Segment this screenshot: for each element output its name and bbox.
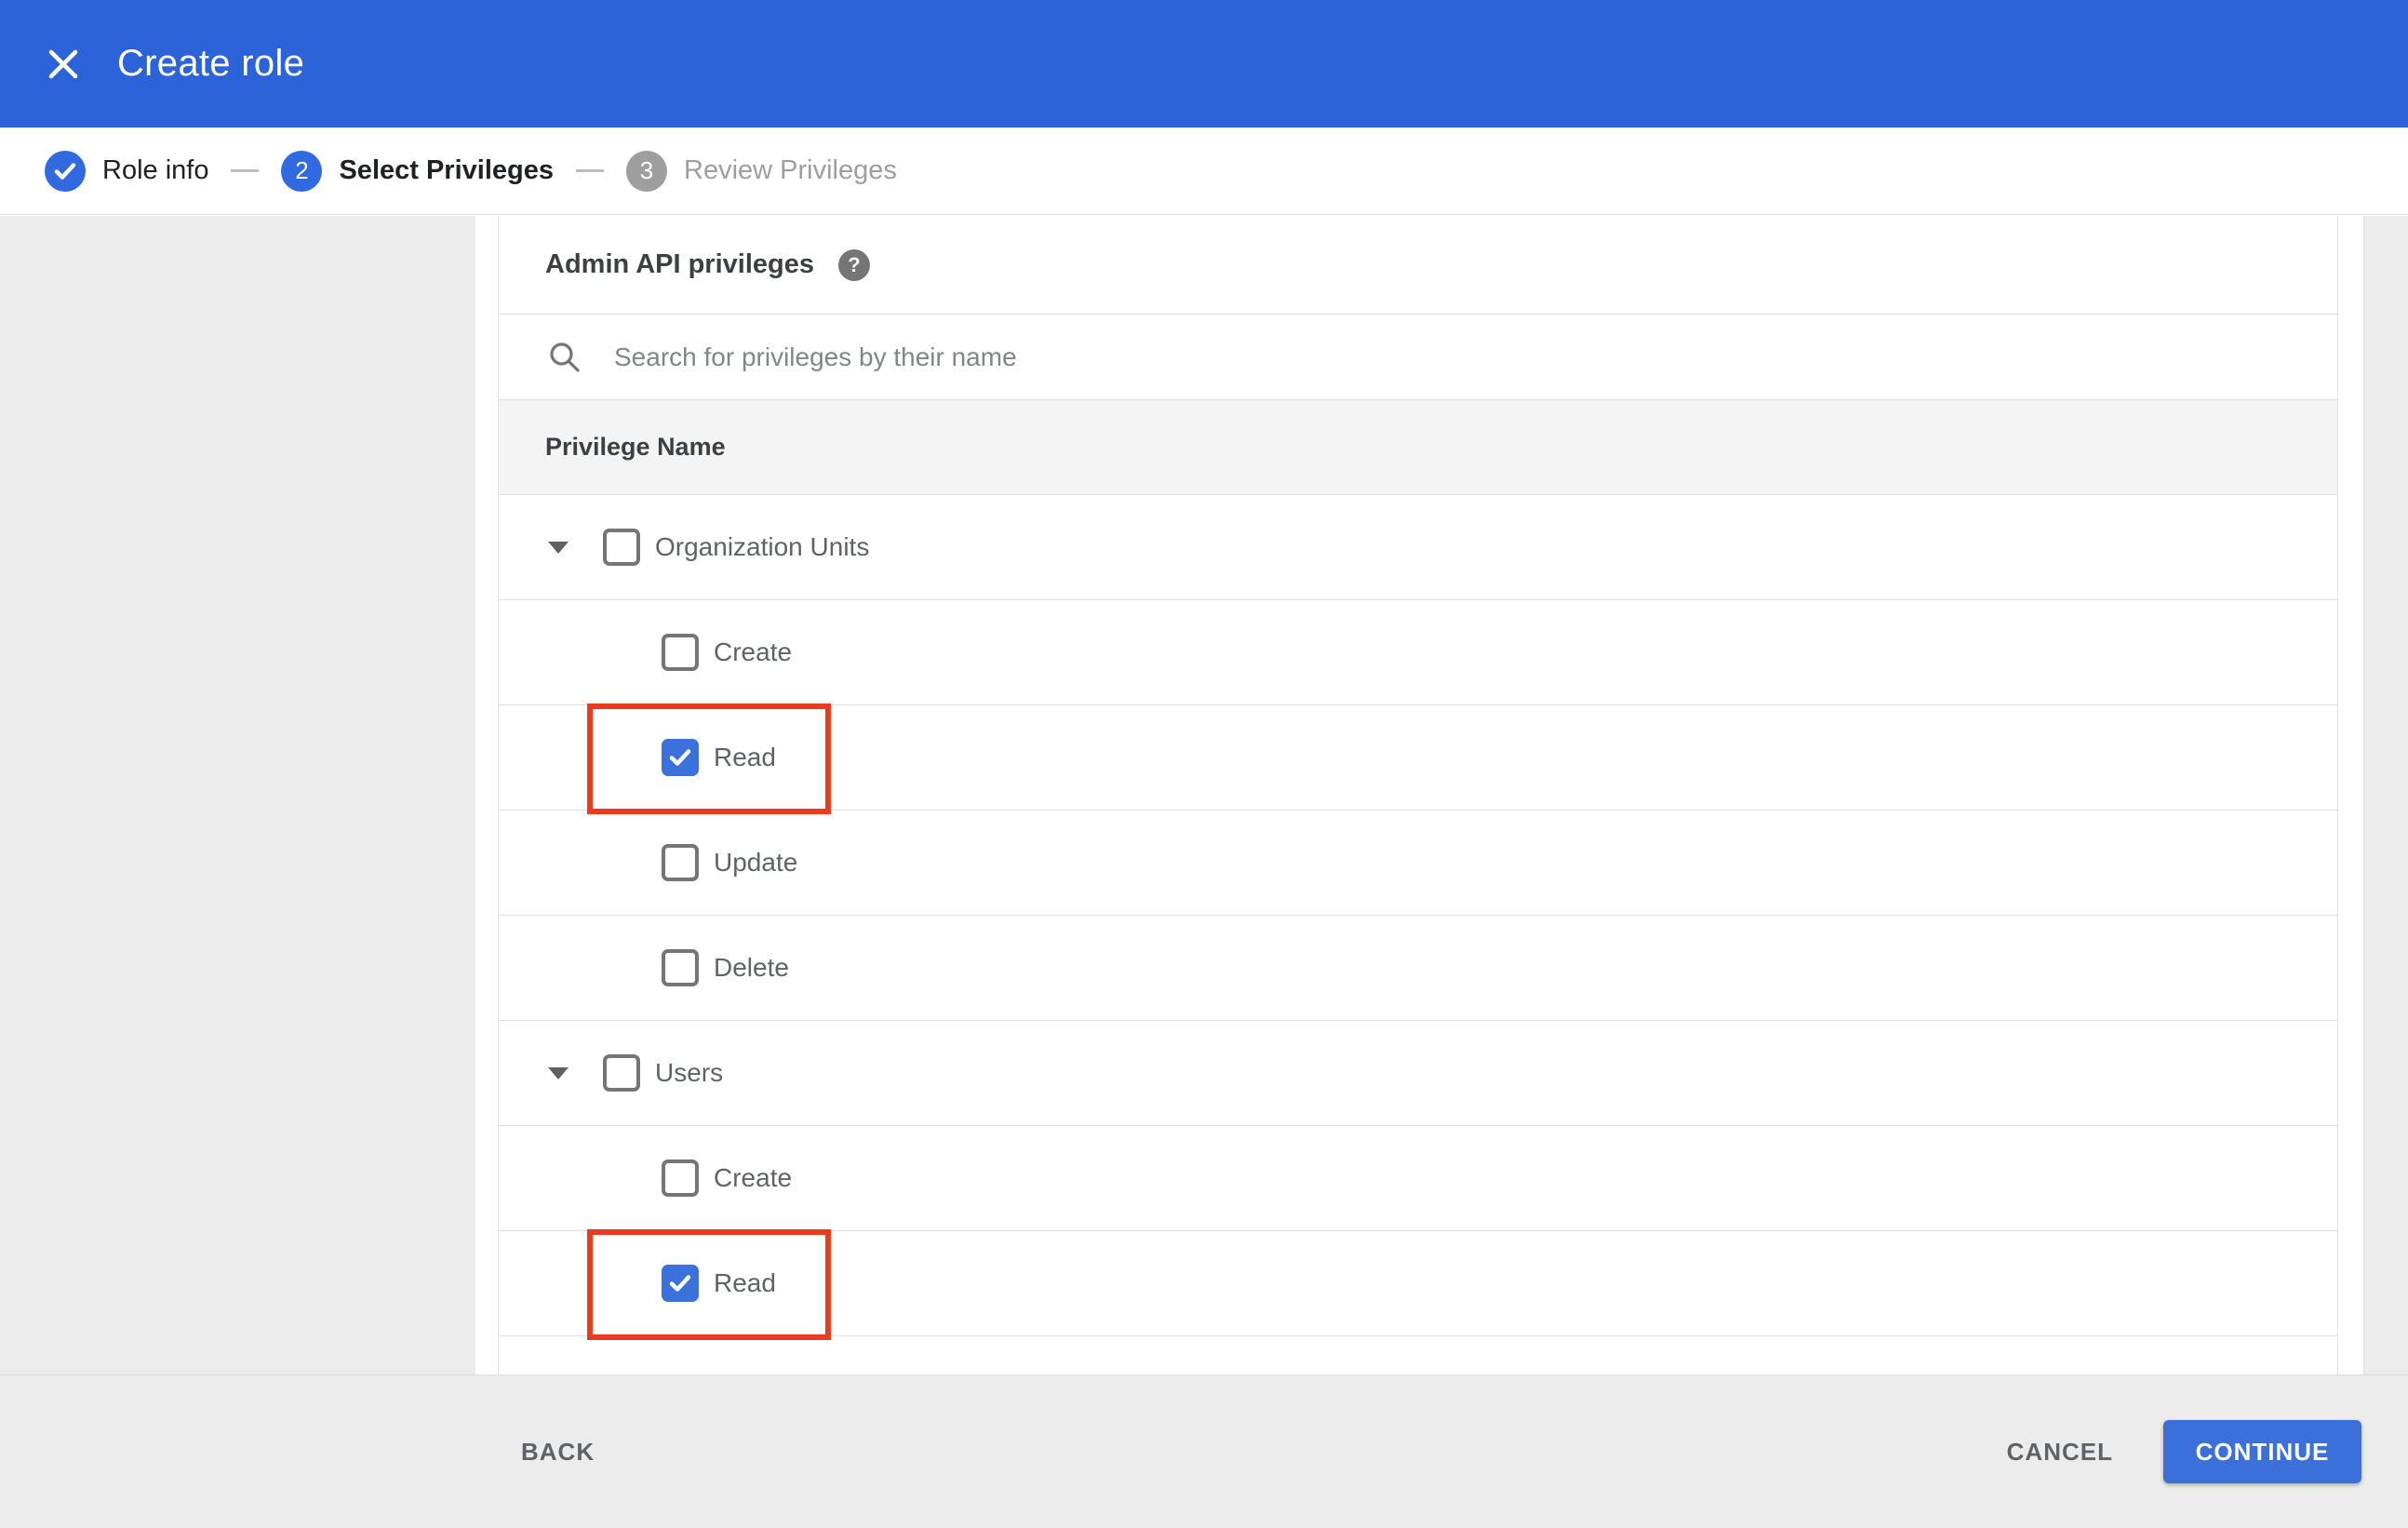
row-label: Create	[714, 1163, 793, 1192]
checkbox-users-create[interactable]	[662, 1159, 699, 1197]
row-label: Read	[714, 743, 776, 771]
privilege-name-header: Privilege Name	[545, 433, 726, 461]
row-label: Delete	[714, 953, 789, 982]
main-area: Admin API privileges ? Privilege Name	[0, 216, 2408, 1374]
step-review-privileges: 3 Review Privileges	[626, 150, 897, 192]
row-label: Read	[714, 1268, 776, 1297]
check-icon	[669, 1275, 691, 1292]
privileges-panel: Admin API privileges ? Privilege Name	[498, 216, 2364, 1374]
row-label: Organization Units	[655, 532, 870, 561]
checkbox-users[interactable]	[603, 1054, 640, 1092]
privilege-row-organization-units: Organization Units	[499, 495, 2337, 600]
highlight-annotation	[587, 1229, 831, 1340]
right-background-strip	[2364, 216, 2408, 1374]
checkbox-ou-update[interactable]	[662, 844, 699, 881]
step-select-privileges[interactable]: 2 Select Privileges	[281, 150, 554, 192]
step-3-label: Review Privileges	[684, 155, 897, 185]
checkbox-ou-create[interactable]	[662, 634, 699, 671]
row-label: Update	[714, 848, 798, 877]
dialog-title: Create role	[117, 43, 305, 84]
privilege-row-users: Users	[499, 1021, 2337, 1126]
step-3-circle: 3	[626, 150, 667, 192]
help-icon[interactable]: ?	[838, 248, 870, 281]
step-1-label: Role info	[102, 155, 209, 185]
highlight-annotation	[587, 704, 831, 814]
checkbox-users-read[interactable]	[662, 1265, 699, 1302]
search-row	[499, 315, 2337, 400]
table-header-row: Privilege Name	[499, 400, 2337, 495]
row-label: Create	[714, 637, 793, 666]
step-1-circle	[45, 150, 86, 192]
create-role-dialog: Create role Role info 2 Select Privilege…	[0, 0, 2408, 1528]
cancel-button[interactable]: CANCEL	[2007, 1438, 2113, 1467]
back-button[interactable]: BACK	[521, 1438, 595, 1467]
app-bar: Create role	[0, 0, 2408, 127]
privilege-row-ou-update: Update	[499, 811, 2337, 916]
checkmark-icon	[54, 162, 76, 180]
partial-row	[499, 1336, 2337, 1375]
left-background-panel	[0, 216, 475, 1374]
row-label: Users	[655, 1058, 724, 1087]
search-icon	[550, 342, 580, 372]
step-role-info[interactable]: Role info	[45, 150, 209, 192]
close-icon	[48, 49, 78, 78]
check-icon	[669, 749, 691, 766]
privilege-row-users-read: Read	[499, 1229, 2337, 1340]
panel-heading-row: Admin API privileges ?	[499, 216, 2337, 315]
checkbox-ou-read[interactable]	[662, 739, 699, 776]
collapse-arrow-icon[interactable]	[548, 541, 569, 554]
privilege-row-users-create: Create	[499, 1126, 2337, 1231]
step-2-circle: 2	[281, 150, 323, 192]
privilege-row-ou-read: Read	[499, 704, 2337, 814]
privileges-content: Admin API privileges ? Privilege Name	[499, 216, 2338, 1374]
step-connector	[231, 169, 260, 172]
close-button[interactable]	[45, 46, 82, 83]
checkbox-organization-units[interactable]	[603, 529, 640, 566]
checkbox-ou-delete[interactable]	[662, 949, 699, 986]
continue-button[interactable]: CONTINUE	[2163, 1420, 2361, 1483]
footer-bar: BACK CANCEL CONTINUE	[0, 1374, 2408, 1528]
panel-title: Admin API privileges	[545, 249, 814, 279]
privilege-row-ou-delete: Delete	[499, 916, 2337, 1021]
step-2-label: Select Privileges	[339, 155, 554, 185]
step-connector	[576, 169, 604, 172]
stepper: Role info 2 Select Privileges 3 Review P…	[0, 127, 2408, 215]
search-input[interactable]	[612, 341, 2337, 373]
collapse-arrow-icon[interactable]	[548, 1066, 569, 1079]
privilege-row-ou-create: Create	[499, 600, 2337, 705]
